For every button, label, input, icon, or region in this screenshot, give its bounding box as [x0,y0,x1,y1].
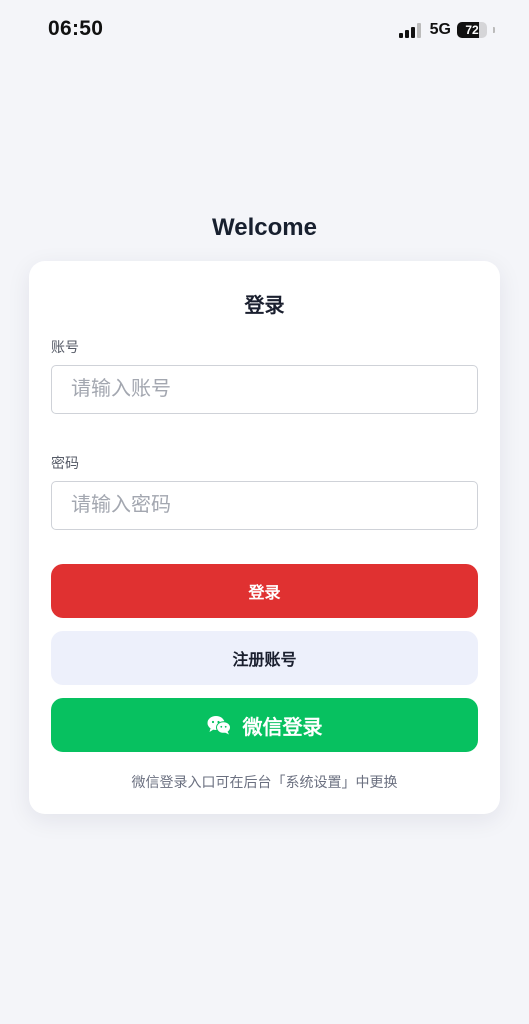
status-time: 06:50 [48,17,104,40]
password-label: 密码 [51,455,79,471]
status-indicators: 5G 72 [398,20,495,40]
register-button[interactable]: 注册账号 [51,631,478,685]
card-title: 登录 [244,295,285,317]
battery-icon: 72 [457,22,487,38]
signal-icon [398,22,421,38]
login-card: 登录 账号 密码 登录 注册账号 微信登录 微信登录入口可在后台「系统设置」中更… [29,261,500,814]
login-button[interactable]: 登录 [51,564,478,618]
page-heading: Welcome [212,214,317,241]
network-type: 5G [429,21,451,38]
account-input[interactable] [51,365,478,414]
wechat-hint-text: 微信登录入口可在后台「系统设置」中更换 [131,774,398,790]
status-bar: 06:50 5G 72 [0,0,529,60]
wechat-login-label: 微信登录 [242,716,323,739]
battery-level: 72 [465,23,479,37]
wechat-login-button[interactable]: 微信登录 [51,698,478,752]
password-input[interactable] [51,481,478,530]
wechat-icon [207,716,231,735]
account-label: 账号 [51,339,79,355]
login-screen: 06:50 5G 72 Welcome 登录 账号 密码 登录 注册账号 [0,0,529,1024]
battery-tip [493,27,495,33]
